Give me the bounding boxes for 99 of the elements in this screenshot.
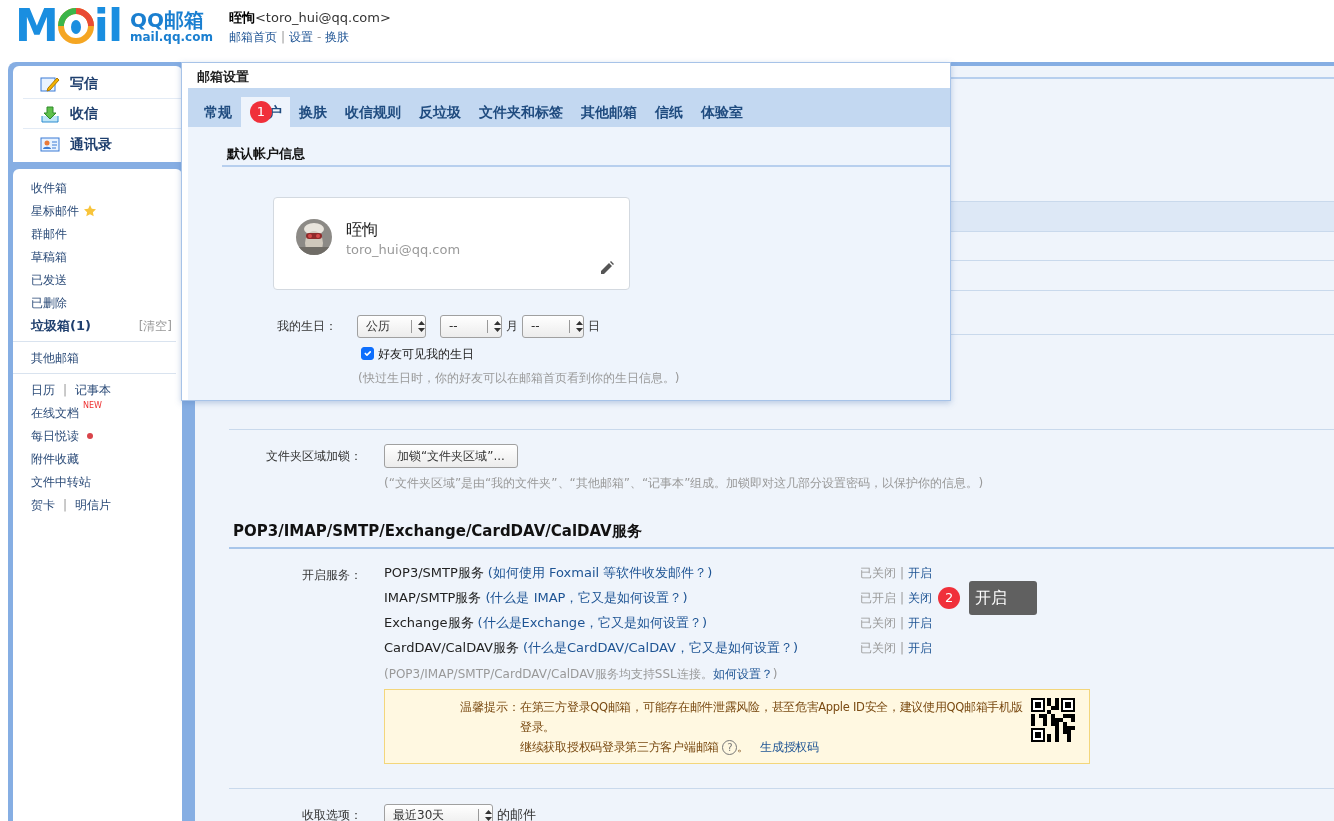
help-link[interactable]: (什么是Exchange，它又是如何设置？) [477,613,708,633]
tool-link[interactable]: 明信片 [75,495,112,514]
tooltip: 开启 [969,581,1038,615]
range-dropdown[interactable]: 最近30天 [384,803,493,821]
unit-text: 日 [588,318,600,335]
toggle-link[interactable]: 开启 [908,639,933,657]
dot-icon [87,432,93,439]
notice-text: 在第三方登录QQ邮箱，可能存在邮件泄露风险，甚至危害Apple ID安全，建议使用QQ邮箱手机版登录。 继续获取授权码登录第三方客户端邮箱 ? 。 生成授权码 [520,698,1024,757]
separator: | [900,565,905,582]
folder-link[interactable]: 收件箱 [31,178,67,197]
tool-link[interactable]: 贺卡 [31,495,55,514]
separator: | [900,640,905,657]
account-name: 晊恂 [346,218,378,241]
checkbox-label: 好友可见我的生日 [378,345,474,363]
suffix-text: 的邮件 [497,806,536,821]
hint-text: (“文件夹区域”是由“我的文件夹”、“其他邮箱”、“记事本”组成。加锁即对这几部分设置密码，以保护你的信息。) [384,475,985,492]
settings-tab[interactable]: 信纸 [646,97,692,127]
field-label: 收取选项： [301,807,362,821]
brand-domain: mail.qq.com [129,31,213,43]
folder-link[interactable]: 文件中转站 [31,472,91,491]
edit-icon [601,260,614,274]
folder-link[interactable]: 星标邮件 [31,201,79,220]
toggle-link[interactable]: 开启 [908,614,933,632]
settings-tab[interactable]: 体验室 [692,97,752,127]
updown-arrows-icon [418,320,425,332]
unit-text: 月 [506,318,518,335]
folder-link[interactable]: 已发送 [31,270,67,289]
field-label: 我的生日： [277,318,338,335]
day-dropdown[interactable]: -- [522,314,584,338]
folder-link[interactable]: 其他邮箱 [31,348,79,367]
account-email: toro_hui@qq.com [346,240,461,259]
help-link[interactable]: 如何设置？ [712,666,773,681]
separator: | [63,496,68,514]
service-status: 已关闭 [860,565,896,582]
contact-card-icon [40,135,60,153]
folder-link[interactable]: 附件收藏 [31,449,79,468]
brand-name: QQ邮箱 [129,9,204,31]
logo-text: M [15,8,58,44]
separator: | [900,615,905,632]
settings-tab[interactable]: 文件夹和标签 [470,97,572,127]
user-name: 晊恂 [228,10,255,25]
section-title: POP3/IMAP/SMTP/Exchange/CardDAV/CalDAV服务 [232,521,643,542]
user-email: <toro_hui@qq.com> [254,10,391,25]
logo-text: il [93,8,122,44]
folder-link[interactable]: 垃圾箱(1) [31,315,91,336]
header-link[interactable]: 设置 [289,27,313,46]
generate-code-link[interactable]: 生成授权码 [760,739,819,754]
tool-link[interactable]: 日历 [31,380,55,399]
qr-code-icon [1031,697,1075,742]
star-icon [83,203,97,218]
visibility-checkbox[interactable] [361,347,374,360]
header-link[interactable]: 邮箱首页 [228,27,277,46]
month-dropdown[interactable]: -- [440,314,502,338]
notice-label: 温馨提示： [460,698,520,716]
settings-tab[interactable]: 常规 [195,97,241,127]
settings-tab[interactable]: 换肤 [290,97,336,127]
logo-icon [57,8,94,44]
folder-link[interactable]: 群邮件 [31,224,67,243]
tool-link[interactable]: 记事本 [75,380,112,399]
updown-arrows-icon [485,809,492,821]
settings-tab[interactable]: 其他邮箱 [572,97,646,127]
toggle-link[interactable]: 开启 [908,564,933,582]
hint-text: (快过生日时，你的好友可以在邮箱首页看到你的生日信息。) [358,369,681,387]
separator: | [900,590,905,607]
service-name: IMAP/SMTP服务 [384,589,482,608]
service-name: Exchange服务 [384,614,474,633]
separator: | [280,28,285,46]
hint-text: (POP3/IMAP/SMTP/CardDAV/CalDAV服务均支持SSL连接。如何设置？) [384,665,779,683]
service-status: 已关闭 [860,640,896,657]
new-tag: NEW [83,401,102,410]
folder-link[interactable]: 草稿箱 [31,247,67,266]
section-title: 默认帐户信息 [227,145,306,163]
tool-link[interactable]: 每日悦读 [31,426,79,445]
step-marker: 2 [938,587,961,609]
folder-link[interactable]: 已删除 [31,293,67,312]
separator: | [63,381,68,399]
toggle-link[interactable]: 关闭 [908,589,933,607]
calendar-dropdown[interactable]: 公历 [357,314,426,338]
sidebar-action[interactable]: 通讯录 [23,129,182,159]
updown-arrows-icon [576,320,583,332]
help-link[interactable]: (什么是 IMAP，它又是如何设置？) [485,588,688,608]
pencil-icon [40,74,60,93]
help-link[interactable]: (什么是CardDAV/CalDAV，它又是如何设置？) [522,638,798,658]
download-icon [40,104,60,123]
help-link[interactable]: (如何使用 Foxmail 等软件收发邮件？) [487,563,713,583]
settings-tab[interactable]: 反垃圾 [410,97,470,127]
separator: - [317,28,322,46]
dialog-title: 邮箱设置 [196,68,250,86]
service-status: 已关闭 [860,615,896,632]
field-label: 开启服务： [302,567,362,582]
service-name: CardDAV/CalDAV服务 [384,639,519,658]
tool-link[interactable]: 在线文档 [31,403,79,422]
settings-tab[interactable]: 收信规则 [336,97,410,127]
updown-arrows-icon [494,320,501,332]
service-name: POP3/SMTP服务 [384,564,484,583]
lock-button[interactable]: 加锁“文件夹区域”... [384,444,518,468]
field-label: 文件夹区域加锁： [265,448,362,465]
service-status: 已开启 [860,590,896,607]
header-link[interactable]: 换肤 [325,27,350,46]
